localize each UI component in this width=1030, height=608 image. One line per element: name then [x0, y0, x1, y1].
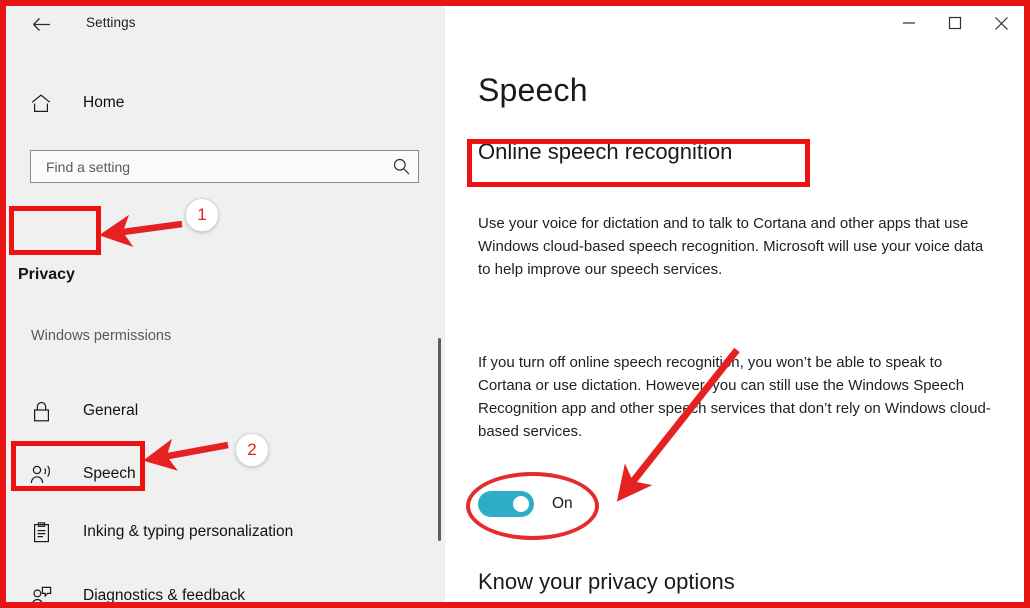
sidebar-item-label-inking-typing: Inking & typing personalization [83, 523, 294, 540]
minimize-icon[interactable] [886, 1, 932, 45]
content-pane: Speech Online speech recognition Use you… [445, 46, 1030, 608]
back-arrow-icon[interactable] [24, 10, 58, 38]
sidebar: Home Privacy Windows permissions General [0, 46, 445, 608]
person-speaking-icon [28, 461, 54, 487]
clipboard-icon [28, 519, 54, 545]
window-controls [886, 0, 1024, 46]
section-title-know-your-privacy-options: Know your privacy options [478, 569, 735, 594]
sidebar-item-label-home: Home [83, 94, 125, 111]
home-icon [28, 90, 54, 116]
window-title: Settings [86, 15, 136, 30]
sidebar-item-general[interactable]: General [0, 388, 420, 434]
sidebar-scrollbar[interactable] [438, 338, 441, 541]
maximize-icon[interactable] [932, 1, 978, 45]
sidebar-item-label-speech: Speech [83, 465, 136, 482]
selection-indicator [0, 460, 4, 488]
window-titlebar: Settings [0, 0, 1030, 46]
sidebar-item-home[interactable]: Home [0, 83, 420, 123]
section-title-online-speech-recognition: Online speech recognition [478, 139, 733, 164]
sidebar-item-label-general: General [83, 402, 139, 419]
page-title: Speech [478, 72, 588, 108]
close-icon[interactable] [978, 1, 1024, 45]
search-input[interactable] [31, 158, 384, 175]
search-icon[interactable] [384, 158, 418, 175]
sidebar-item-inking-typing[interactable]: Inking & typing personalization [0, 509, 420, 555]
online-speech-recognition-toggle[interactable] [478, 491, 534, 517]
sidebar-item-label-diagnostics-feedback: Diagnostics & feedback [83, 587, 245, 604]
sidebar-category-title[interactable]: Privacy [18, 266, 75, 284]
toggle-state-label: On [552, 495, 573, 512]
search-box[interactable] [30, 150, 419, 183]
online-speech-recognition-toggle-row[interactable]: On [478, 491, 573, 517]
toggle-knob [513, 496, 529, 512]
paragraph-description: Use your voice for dictation and to talk… [478, 215, 984, 278]
paragraph-turn-off-info: If you turn off online speech recognitio… [478, 354, 991, 440]
sidebar-item-speech[interactable]: Speech [0, 451, 420, 497]
lock-icon [28, 398, 54, 424]
sidebar-section-heading: Windows permissions [31, 328, 172, 344]
person-feedback-icon [28, 583, 54, 608]
titlebar-left-region [0, 0, 445, 46]
sidebar-item-diagnostics-feedback[interactable]: Diagnostics & feedback [0, 573, 420, 608]
settings-window: Settings Home Find a setting Privacy Win… [0, 0, 1030, 608]
